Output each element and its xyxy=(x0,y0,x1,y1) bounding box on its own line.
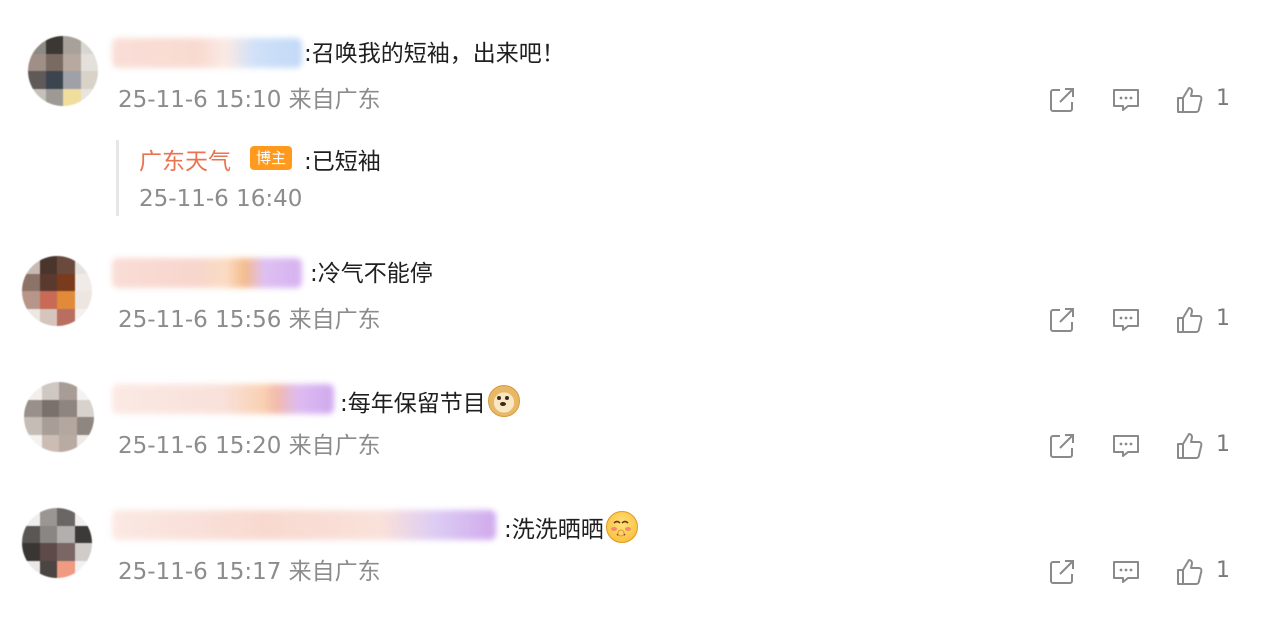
comment-meta: 25-11-6 15:17 来自广东 xyxy=(118,559,381,585)
comment-text: :洗洗晒晒 xyxy=(504,511,638,545)
like-icon[interactable] xyxy=(1174,430,1206,462)
comment-text: :召唤我的短袖，出来吧！ xyxy=(304,41,565,67)
like-count: 1 xyxy=(1216,432,1230,457)
like-icon[interactable] xyxy=(1174,304,1206,336)
comment-text: :每年保留节目 xyxy=(340,385,520,419)
reply-block: 广东天气 博主 :已短袖 25-11-6 16:40 xyxy=(116,140,719,216)
comment-meta: 25-11-6 15:20 来自广东 xyxy=(118,433,381,459)
like-count: 1 xyxy=(1216,86,1230,111)
comment-meta: 25-11-6 15:56 来自广东 xyxy=(118,307,381,333)
share-icon[interactable] xyxy=(1046,430,1078,462)
like-count: 1 xyxy=(1216,306,1230,331)
comment-actions: 1 xyxy=(1046,84,1246,118)
avatar[interactable] xyxy=(22,256,92,326)
reply-author[interactable]: 广东天气 xyxy=(139,142,231,176)
comment-icon[interactable] xyxy=(1110,84,1142,116)
username-blurred[interactable] xyxy=(112,38,302,68)
comment-text: :冷气不能停 xyxy=(310,261,433,287)
username-blurred[interactable] xyxy=(112,384,334,414)
username-blurred[interactable] xyxy=(112,510,496,540)
share-icon[interactable] xyxy=(1046,84,1078,116)
shy-face-icon xyxy=(605,511,638,543)
doge-icon xyxy=(487,385,520,417)
comment-icon[interactable] xyxy=(1110,556,1142,588)
share-icon[interactable] xyxy=(1046,556,1078,588)
comment-actions: 1 xyxy=(1046,430,1246,464)
share-icon[interactable] xyxy=(1046,304,1078,336)
comment-actions: 1 xyxy=(1046,556,1246,590)
avatar[interactable] xyxy=(28,36,98,106)
reply-time: 25-11-6 16:40 xyxy=(139,186,303,212)
like-icon[interactable] xyxy=(1174,556,1206,588)
author-badge: 博主 xyxy=(250,146,293,170)
comment-text-content: :洗洗晒晒 xyxy=(504,517,604,543)
username-blurred[interactable] xyxy=(112,258,302,288)
comment-icon[interactable] xyxy=(1110,430,1142,462)
like-icon[interactable] xyxy=(1174,84,1206,116)
reply-text: :已短袖 xyxy=(304,149,381,175)
avatar[interactable] xyxy=(22,508,92,578)
comment-actions: 1 xyxy=(1046,304,1246,338)
avatar[interactable] xyxy=(24,382,94,452)
comment-icon[interactable] xyxy=(1110,304,1142,336)
like-count: 1 xyxy=(1216,558,1230,583)
comment-meta: 25-11-6 15:10 来自广东 xyxy=(118,87,381,113)
comment-text-content: :每年保留节目 xyxy=(340,391,486,417)
